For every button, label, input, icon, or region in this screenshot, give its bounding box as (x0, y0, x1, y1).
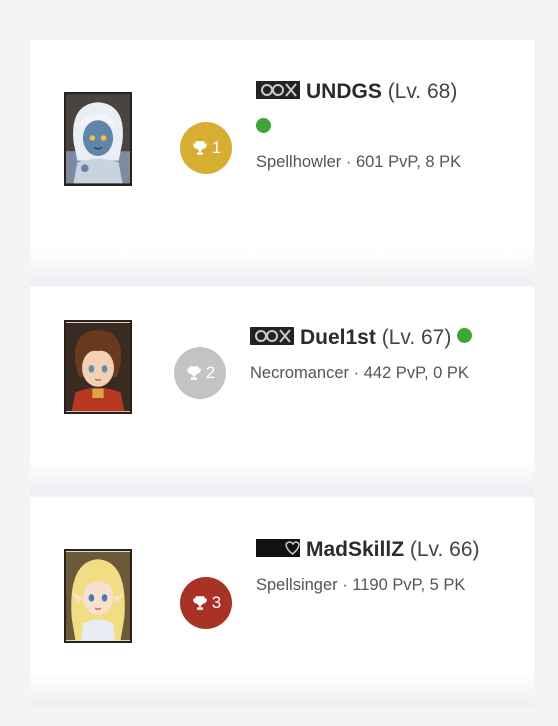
online-status-dot (457, 328, 473, 343)
brown-haired-human-avatar (66, 322, 130, 412)
rank-number: 3 (211, 593, 222, 612)
rank-badge-bronze: 3 (180, 577, 232, 629)
white-haired-dark-elf-avatar (66, 94, 130, 184)
ranking-card-3: 3 MadSkillZ (Lv. 66) Spellsinger · 1190 … (30, 497, 534, 707)
trophy-icon (187, 366, 201, 380)
trophy-icon (193, 596, 207, 610)
player-avatar[interactable] (64, 320, 132, 414)
player-meta: Spellsinger · 1190 PvP, 5 PK (256, 576, 466, 594)
online-status-dot (256, 118, 271, 133)
clan-crest-icon (256, 539, 300, 557)
rank-badge-silver: 2 (174, 347, 226, 399)
player-name[interactable]: Duel1st (300, 326, 376, 349)
player-avatar[interactable] (64, 549, 132, 643)
clan-crest-icon (250, 327, 294, 345)
player-name[interactable]: MadSkillZ (306, 538, 404, 561)
rank-number: 1 (211, 138, 222, 157)
rank-badge-gold: 1 (180, 122, 232, 174)
rank-number: 2 (205, 363, 216, 382)
player-level: (Lv. 68) (387, 80, 458, 103)
player-avatar[interactable] (64, 92, 132, 186)
ranking-card-2: 2 Duel1st (Lv. 67) Necromancer · 442 PvP… (30, 287, 534, 495)
ranking-card-1: 1 UNDGS (Lv. 68) Spellhowler · 601 PvP, … (30, 40, 534, 285)
player-info: UNDGS (Lv. 68) Spellhowler · 601 PvP, 8 … (256, 74, 518, 180)
clan-crest-icon (256, 81, 300, 99)
player-info: Duel1st (Lv. 67) Necromancer · 442 PvP, … (250, 320, 530, 391)
trophy-icon (193, 141, 207, 155)
player-name[interactable]: UNDGS (306, 80, 382, 103)
player-level: (Lv. 66) (409, 538, 480, 561)
player-meta: Necromancer · 442 PvP, 0 PK (250, 364, 469, 382)
blonde-elf-avatar (66, 551, 130, 641)
player-meta: Spellhowler · 601 PvP, 8 PK (256, 153, 462, 171)
player-info: MadSkillZ (Lv. 66) Spellsinger · 1190 Pv… (256, 532, 518, 603)
player-level: (Lv. 67) (381, 326, 452, 349)
